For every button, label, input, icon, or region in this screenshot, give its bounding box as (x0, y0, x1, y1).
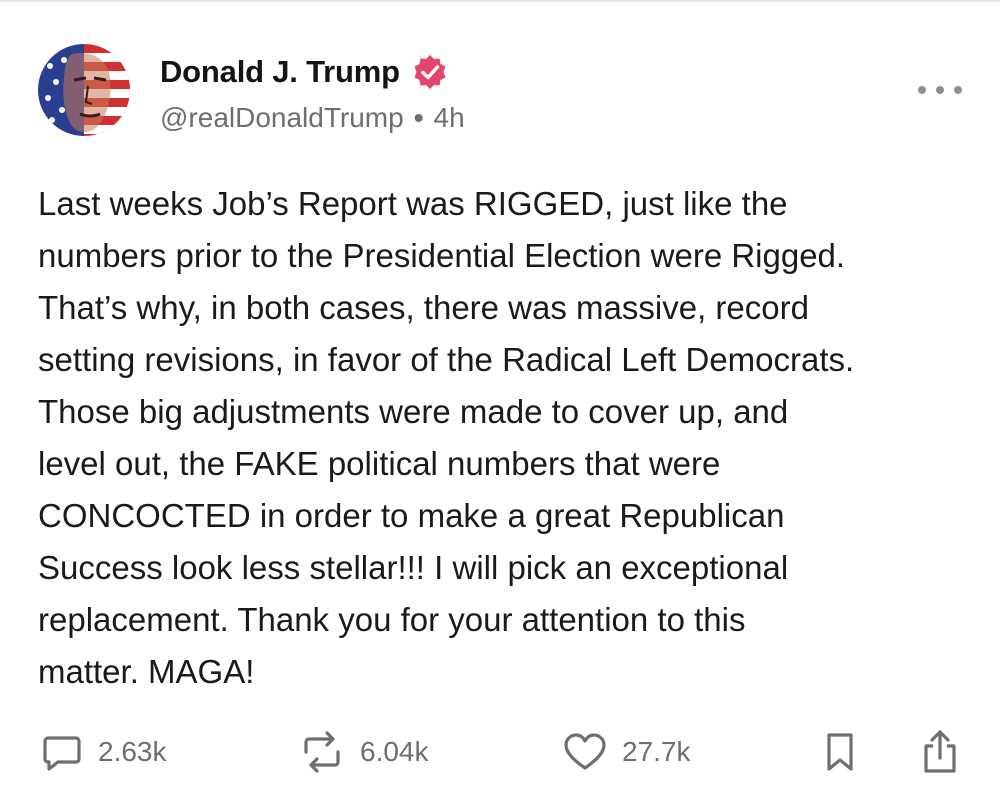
author-name-row: Donald J. Trump (160, 50, 448, 94)
meta-separator: • (413, 102, 424, 133)
bookmark-button[interactable] (822, 728, 858, 776)
post-timestamp[interactable]: 4h (434, 102, 465, 134)
author-display-name[interactable]: Donald J. Trump (160, 54, 400, 90)
comment-bubble-icon (43, 736, 81, 771)
verified-badge-icon (414, 55, 446, 89)
reply-count: 2.63k (98, 736, 167, 767)
heart-icon (564, 733, 606, 770)
top-divider (0, 0, 1000, 2)
share-button[interactable] (918, 728, 962, 776)
avatar-portrait-image (38, 44, 130, 136)
author-meta-row: @realDonaldTrump • 4h (160, 98, 465, 138)
repost-count: 6.04k (360, 736, 429, 767)
repost-arrows-icon (304, 731, 340, 773)
like-button[interactable]: 27.7k (562, 728, 691, 776)
bookmark-icon (827, 733, 853, 771)
reply-button[interactable]: 2.63k (40, 728, 167, 776)
more-options-icon[interactable] (918, 78, 962, 102)
repost-button[interactable]: 6.04k (298, 728, 429, 776)
like-count: 27.7k (622, 736, 691, 767)
share-upload-icon (924, 730, 956, 773)
post-actions-bar: 2.63k 6.04k 27.7k (0, 728, 1000, 776)
post-text: Last weeks Job’s Report was RIGGED, just… (38, 185, 855, 690)
author-handle[interactable]: @realDonaldTrump (160, 102, 404, 134)
avatar[interactable] (38, 44, 130, 136)
